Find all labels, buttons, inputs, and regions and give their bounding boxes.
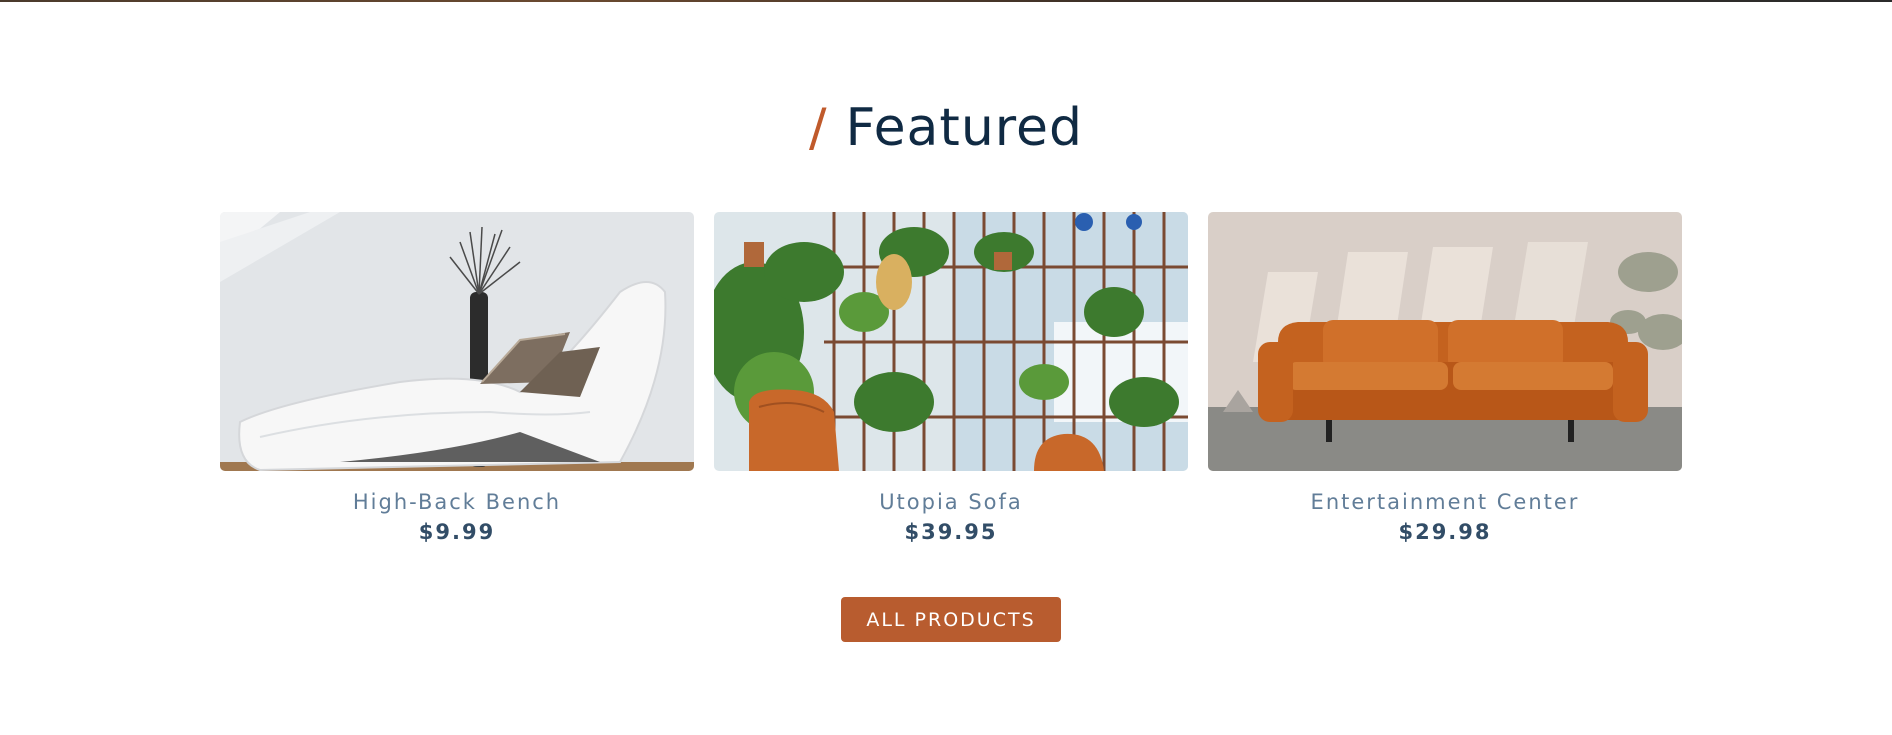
featured-products: High-Back Bench $9.99 Utopia Sofa $39.95…	[220, 212, 1682, 545]
product-price: $29.98	[1398, 520, 1492, 544]
product-name[interactable]: Entertainment Center	[1311, 489, 1580, 515]
product-price: $39.95	[904, 520, 998, 544]
product-image[interactable]	[220, 212, 694, 471]
title-slash: /	[808, 98, 828, 158]
product-name[interactable]: Utopia Sofa	[879, 489, 1023, 515]
product-card[interactable]: Entertainment Center $29.98	[1208, 212, 1682, 545]
chaise-lounge-photo	[220, 212, 694, 471]
title-text: Featured	[845, 98, 1084, 158]
product-image[interactable]	[714, 212, 1188, 471]
product-name[interactable]: High-Back Bench	[353, 489, 561, 515]
product-price: $9.99	[418, 520, 496, 544]
top-hero-edge	[0, 0, 1892, 2]
section-title: / Featured	[0, 96, 1892, 160]
all-products-button[interactable]: ALL PRODUCTS	[841, 597, 1061, 642]
product-image[interactable]	[1208, 212, 1682, 471]
plant-shelf-photo	[714, 212, 1188, 471]
product-card[interactable]: Utopia Sofa $39.95	[714, 212, 1188, 545]
orange-sofa-photo	[1208, 212, 1682, 471]
product-card[interactable]: High-Back Bench $9.99	[220, 212, 694, 545]
